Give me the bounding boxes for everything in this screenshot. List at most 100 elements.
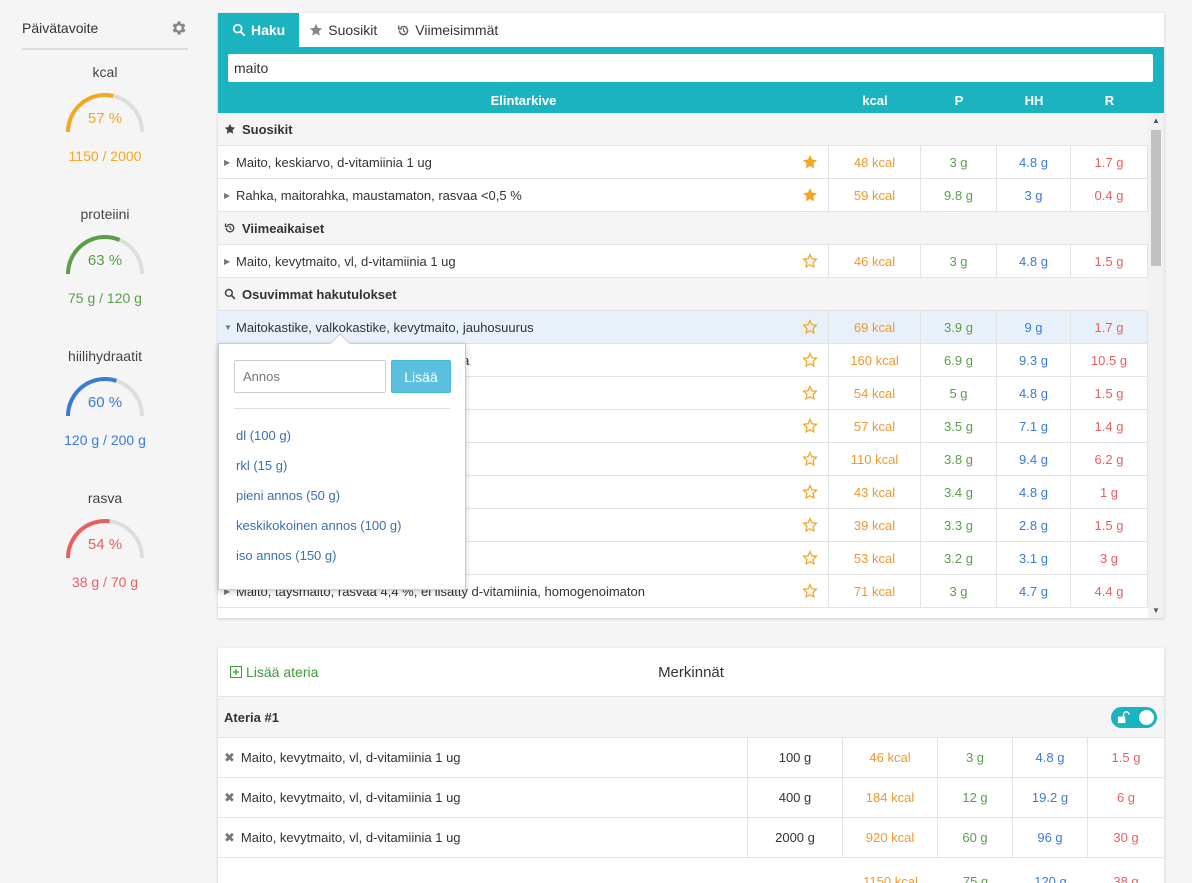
entry-name-cell: ✖ Maito, kevytmaito, vl, d-vitamiinia 1 u… [218,818,748,857]
caret-right-icon[interactable]: ▶ [224,191,230,200]
food-fat: 1.5 g [1071,377,1148,409]
food-row[interactable]: ▶ Maito, kevytmaito, vl, d-vitamiinia 1 u… [218,245,1148,278]
col-protein: P [954,93,964,108]
food-carbs: 7.1 g [997,410,1071,442]
star-filled-icon[interactable] [802,154,818,170]
portion-input[interactable] [234,360,386,393]
star-filled-icon[interactable] [802,187,818,203]
star-outline-icon[interactable] [802,484,818,500]
add-portion-button[interactable]: Lisää [391,360,451,393]
star-outline-icon[interactable] [802,451,818,467]
popup-divider [234,408,450,409]
results-scrollbar[interactable]: ▲ ▼ [1148,113,1164,618]
entry-kcal: 920 kcal [843,818,938,857]
portion-option[interactable]: dl (100 g) [236,428,402,458]
gauge-2: hiilihydraatit 60 % 120 g / 200 g [22,348,188,448]
history-icon [398,25,409,35]
meal-title: Ateria #1 [224,709,279,725]
food-name-cell[interactable]: ▶ Maito, kevytmaito, vl, d-vitamiinia 1 u… [218,245,829,277]
total-kcal: 1150 kcal [863,874,918,883]
food-name-cell[interactable]: ▼ Maitokastike, valkokastike, kevytmaito,… [218,311,829,343]
entry-name-cell: ✖ Maito, kevytmaito, vl, d-vitamiinia 1 u… [218,778,748,817]
gauge-arc: 60 % [63,374,147,418]
entry-row: ✖ Maito, kevytmaito, vl, d-vitamiinia 1 u… [218,818,1164,858]
star-icon [310,23,323,36]
caret-right-icon[interactable]: ▶ [224,158,230,167]
gear-icon[interactable] [170,19,188,37]
tab-search[interactable]: Haku [218,13,300,47]
tab-favorites-label: Suosikit [328,22,378,38]
search-input[interactable] [228,54,1153,82]
entry-fat: 30 g [1113,830,1139,845]
entry-totals: 1150 kcal 75 g 120 g 38 g [218,874,1164,883]
star-outline-icon[interactable] [802,385,818,401]
add-meal-button[interactable]: Lisää ateria [230,664,318,680]
remove-icon[interactable]: ✖ [224,790,235,806]
food-name-cell[interactable]: ▶ Maito, keskiarvo, d-vitamiinia 1 ug [218,146,829,178]
scroll-up-icon[interactable]: ▲ [1152,116,1160,125]
meal-header: Ateria #1 [218,697,1164,738]
portion-list: dl (100 g) rkl (15 g) pieni annos (50 g) ke… [236,428,402,578]
food-kcal: 160 kcal [829,344,921,376]
portion-option[interactable]: iso annos (150 g) [236,548,402,578]
entry-amount[interactable]: 2000 g [748,818,843,857]
star-outline-icon[interactable] [802,550,818,566]
tab-recent-label: Viimeisimmät [415,22,499,38]
star-outline-icon[interactable] [802,253,818,269]
entries-title: Merkinnät [658,663,724,681]
remove-icon[interactable]: ✖ [224,750,235,766]
food-row[interactable]: ▶ Maito, keskiarvo, d-vitamiinia 1 ug 48 k… [218,146,1148,179]
star-outline-icon[interactable] [802,352,818,368]
entry-amount[interactable]: 100 g [748,738,843,777]
portion-option[interactable]: rkl (15 g) [236,458,402,488]
food-kcal: 53 kcal [829,542,921,574]
star-outline-icon[interactable] [802,517,818,533]
gauge-percent: 63 % [87,252,123,269]
tab-recent[interactable]: Viimeisimmät [387,13,508,47]
entries-header: Lisää ateria Merkinnät [218,648,1164,697]
food-name: Maito, keskiarvo, d-vitamiinia 1 ug [236,154,432,170]
tab-favorites[interactable]: Suosikit [299,13,387,47]
food-kcal: 71 kcal [829,575,921,607]
food-carbs: 4.8 g [997,476,1071,508]
caret-right-icon[interactable]: ▶ [224,257,230,266]
entry-amount[interactable]: 400 g [748,778,843,817]
food-carbs: 4.8 g [997,377,1071,409]
entry-protein: 3 g [938,738,1013,777]
food-fat: 3 g [1071,542,1148,574]
meal-lock-toggle[interactable] [1111,707,1157,728]
star-outline-icon[interactable] [802,418,818,434]
entry-kcal: 46 kcal [843,738,938,777]
entry-kcal: 184 kcal [843,778,938,817]
caret-down-icon[interactable]: ▼ [224,323,232,332]
scroll-thumb[interactable] [1151,130,1161,266]
entry-carbs: 4.8 g [1013,738,1088,777]
entry-name: Maito, kevytmaito, vl, d-vitamiinia 1 ug [240,790,461,805]
food-fat: 1.7 g [1071,146,1148,178]
remove-icon[interactable]: ✖ [224,830,235,846]
food-name: Rahka, maitorahka, maustamaton, rasvaa <… [236,187,522,203]
entry-protein: 12 g [938,778,1013,817]
gauge-percent: 54 % [87,536,123,553]
food-row[interactable]: ▼ Maitokastike, valkokastike, kevytmaito,… [218,311,1148,344]
food-name-cell[interactable]: ▶ Rahka, maitorahka, maustamaton, rasvaa … [218,179,829,211]
food-carbs: 9.4 g [997,443,1071,475]
food-row[interactable]: ▶ Rahka, maitorahka, maustamaton, rasvaa … [218,179,1148,212]
food-fat: 1.5 g [1071,245,1148,277]
entry-fat: 6 g [1116,790,1136,805]
col-kcal: kcal [862,93,888,108]
entry-carbs: 19.2 g [1013,778,1088,817]
entries-panel: Lisää ateria Merkinnät Ateria #1 ✖ Maito,… [218,648,1164,883]
food-kcal: 48 kcal [829,146,921,178]
food-protein: 6.9 g [921,344,997,376]
entry-protein: 60 g [938,818,1013,857]
section-title: Suosikit [242,121,293,137]
star-outline-icon[interactable] [802,583,818,599]
food-protein: 3.2 g [921,542,997,574]
portion-option[interactable]: pieni annos (50 g) [236,488,402,518]
food-carbs: 9 g [997,311,1071,343]
star-outline-icon[interactable] [802,319,818,335]
scroll-down-icon[interactable]: ▼ [1152,606,1160,615]
food-carbs: 4.8 g [997,245,1071,277]
portion-option[interactable]: keskikokoinen annos (100 g) [236,518,402,548]
